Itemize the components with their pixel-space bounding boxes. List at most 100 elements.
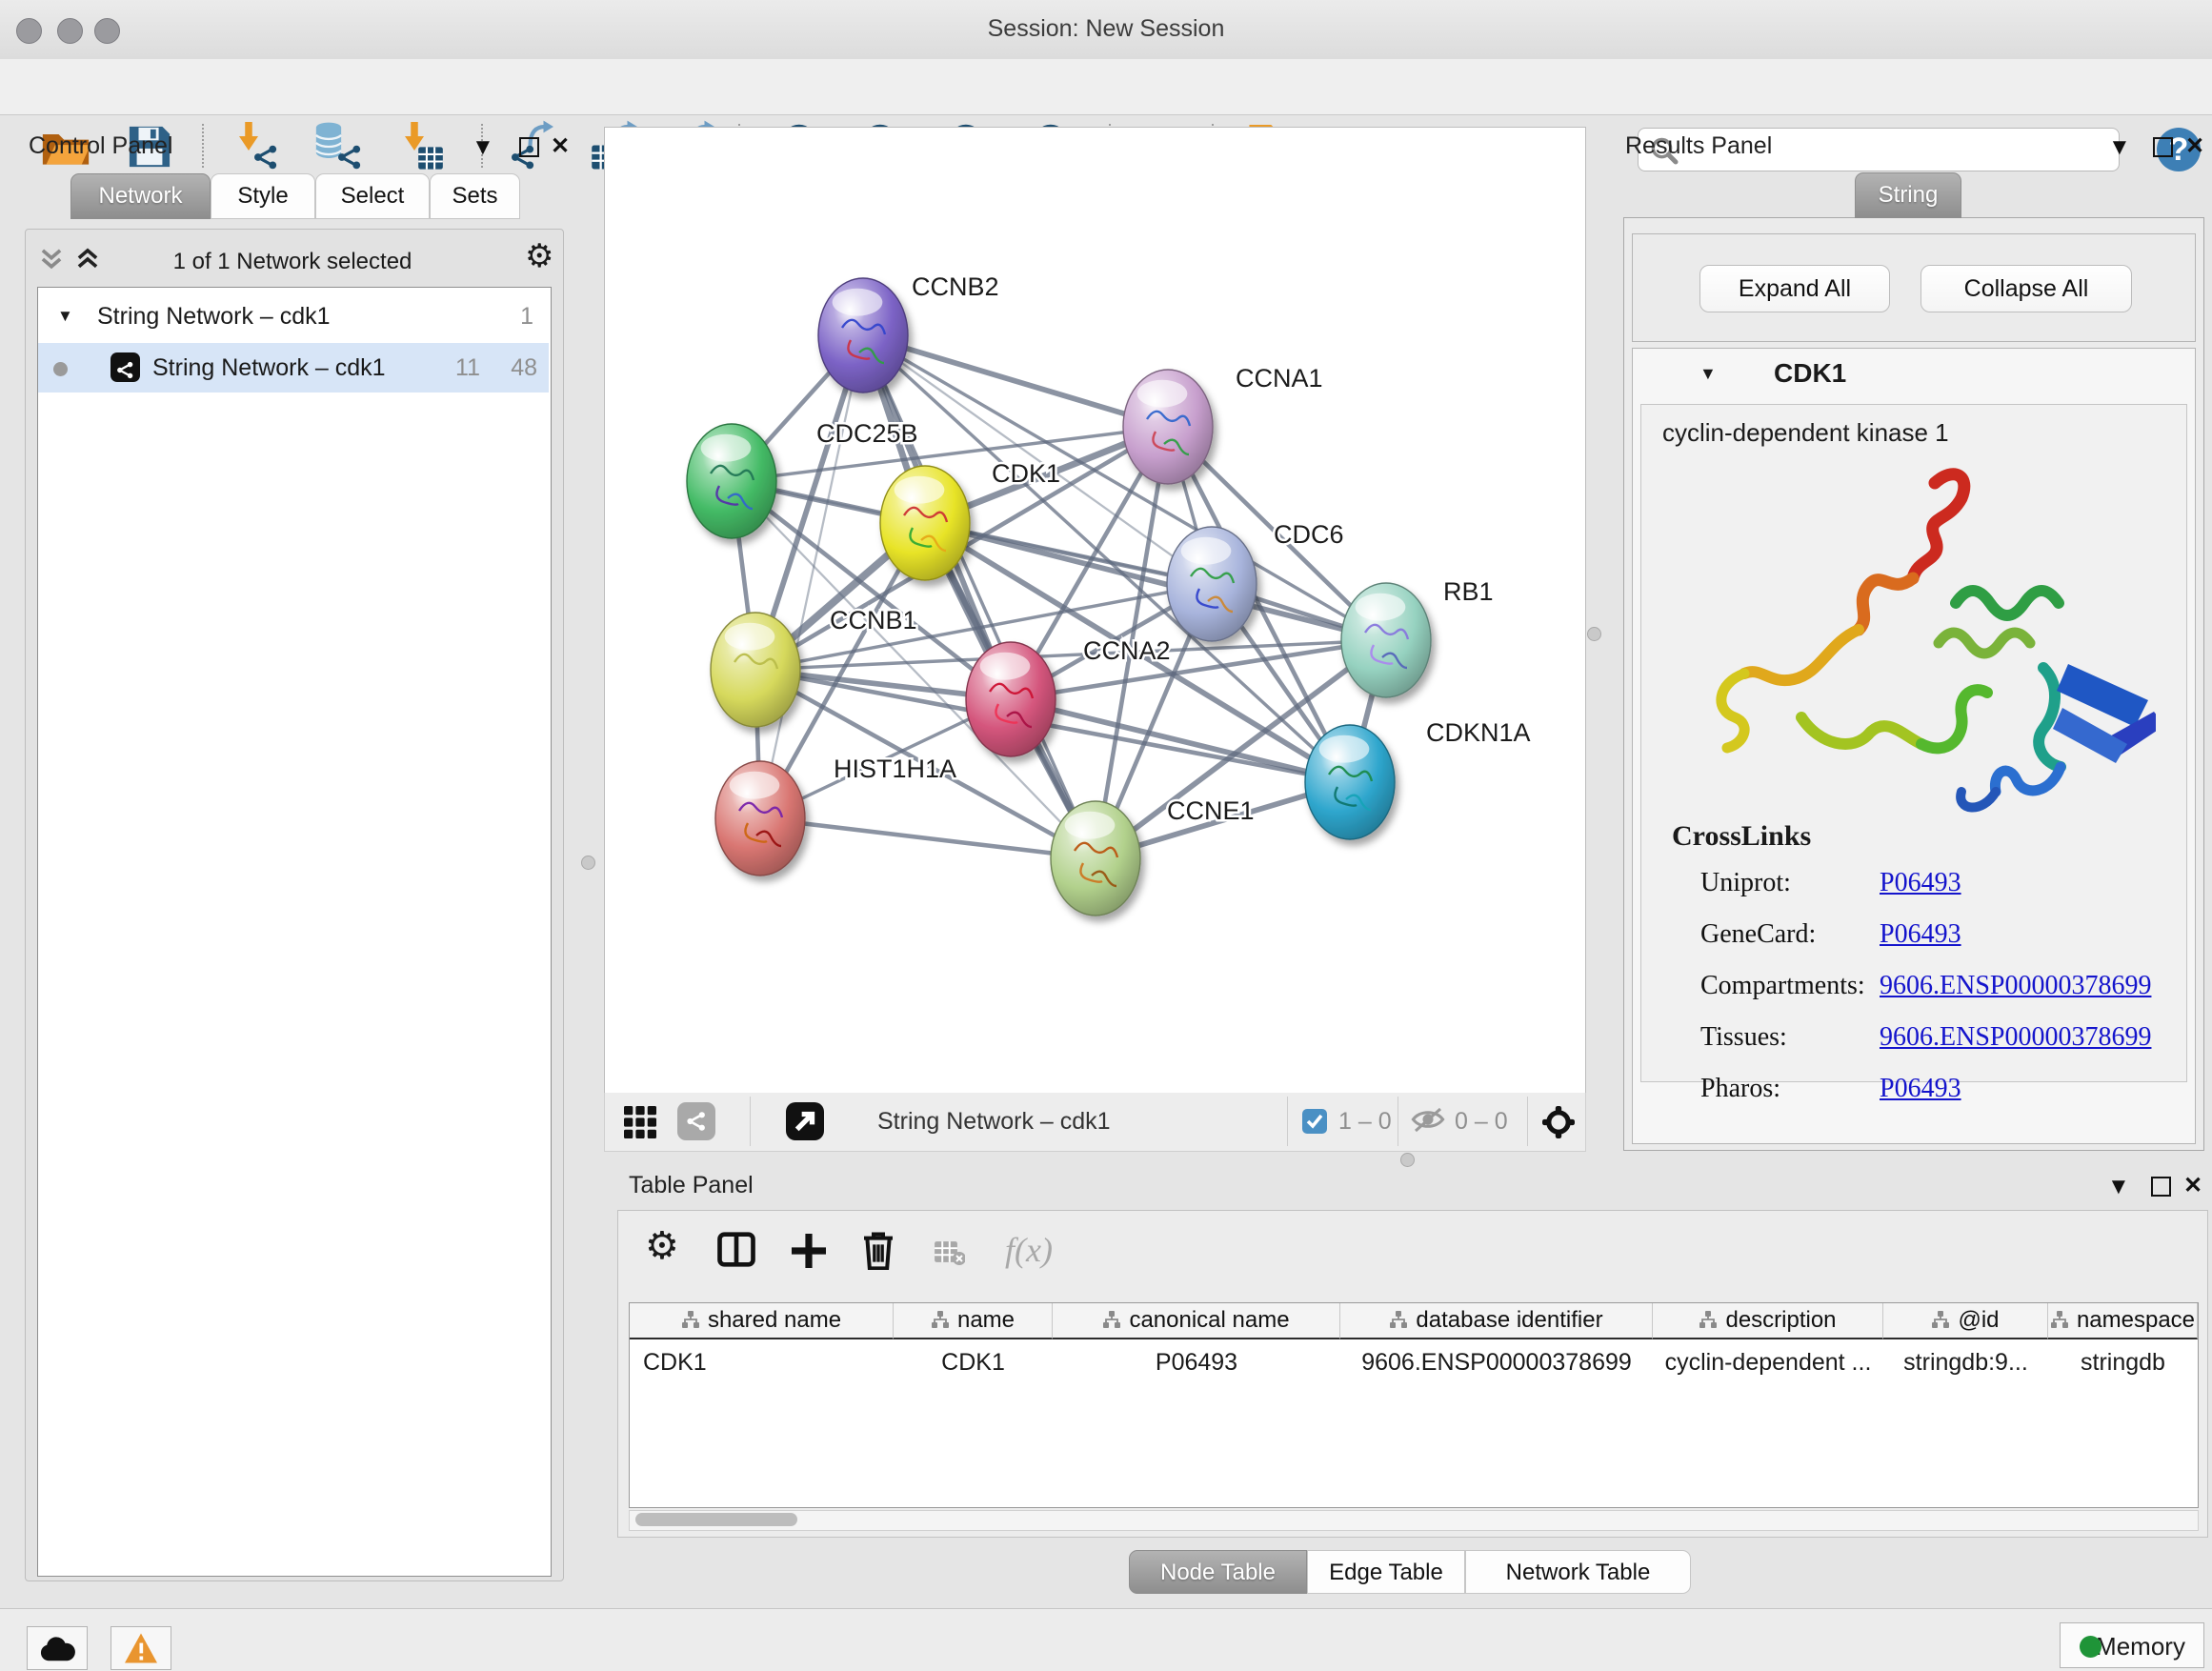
tab-edge-table[interactable]: Edge Table bbox=[1307, 1550, 1465, 1594]
panel-menu-icon[interactable]: ▼ bbox=[2108, 134, 2131, 161]
node-label-CCNA2: CCNA2 bbox=[1083, 636, 1171, 665]
edge-HIST1H1A-CCNE1[interactable] bbox=[760, 818, 1096, 858]
column-header-database-identifier[interactable]: database identifier bbox=[1340, 1303, 1653, 1339]
node-HIST1H1A[interactable]: HIST1H1A bbox=[715, 755, 956, 876]
panel-close-icon[interactable]: ✕ bbox=[2185, 132, 2204, 160]
results-button-row: Expand All Collapse All bbox=[1632, 233, 2196, 342]
table-cell[interactable]: CDK1 bbox=[630, 1341, 894, 1383]
entry-detail: cyclin-dependent kinase 1 bbox=[1640, 404, 2187, 1082]
delete-table-icon-disabled bbox=[933, 1239, 965, 1266]
selected-counts: 1 – 0 bbox=[1338, 1108, 1392, 1136]
string-network-graph[interactable]: CCNB2CCNA1CDC25BCDK1CDC6RB1CCNB1CCNA2CDK… bbox=[605, 128, 1585, 1093]
node-RB1[interactable]: RB1 bbox=[1341, 577, 1494, 697]
node-table-container: ⚙ f(x) shared namenamecanonical namedata… bbox=[617, 1210, 2208, 1538]
node-label-CCNA1: CCNA1 bbox=[1236, 364, 1323, 393]
column-header-description[interactable]: description bbox=[1653, 1303, 1883, 1339]
node-CDK1[interactable]: CDK1 bbox=[880, 459, 1060, 580]
panel-close-icon[interactable]: ✕ bbox=[2183, 1172, 2202, 1199]
entry-description: cyclin-dependent kinase 1 bbox=[1662, 418, 1949, 448]
right-splitter-handle[interactable] bbox=[1587, 627, 1601, 641]
node-table[interactable]: shared namenamecanonical namedatabase id… bbox=[629, 1302, 2199, 1508]
node-label-CDC6: CDC6 bbox=[1274, 520, 1344, 549]
network-collection-row[interactable]: ▼ String Network – cdk1 1 bbox=[38, 292, 549, 341]
edge-CCNB2-HIST1H1A[interactable] bbox=[760, 335, 863, 818]
collection-expander-icon[interactable]: ▼ bbox=[57, 292, 73, 341]
column-header-name[interactable]: name bbox=[894, 1303, 1053, 1339]
table-cell[interactable]: CDK1 bbox=[894, 1341, 1053, 1383]
node-CCNB2[interactable]: CCNB2 bbox=[818, 272, 999, 393]
collapse-all-button[interactable]: Collapse All bbox=[1920, 265, 2132, 312]
results-panel-title: Results Panel bbox=[1625, 132, 1772, 160]
column-header-namespace[interactable]: namespace bbox=[2048, 1303, 2198, 1339]
open-in-new-window-icon[interactable] bbox=[786, 1102, 824, 1140]
panel-menu-icon[interactable]: ▼ bbox=[2107, 1174, 2130, 1200]
network-row-selected[interactable]: String Network – cdk1 11 48 bbox=[38, 343, 549, 393]
tab-node-table[interactable]: Node Table bbox=[1129, 1550, 1307, 1594]
network-options-gear-icon[interactable]: ⚙ bbox=[525, 237, 553, 275]
function-builder-icon-disabled: f(x) bbox=[1005, 1230, 1053, 1270]
main-toolbar: ? bbox=[0, 59, 2212, 115]
fit-selected-crosshair-icon[interactable] bbox=[1542, 1106, 1575, 1138]
separator bbox=[1527, 1097, 1528, 1146]
tab-network[interactable]: Network bbox=[70, 173, 211, 219]
node-label-CCNE1: CCNE1 bbox=[1167, 796, 1255, 825]
crosslink-uniprot-link[interactable]: P06493 bbox=[1880, 868, 1961, 898]
network-selection-status: 1 of 1 Network selected bbox=[26, 249, 559, 275]
column-header--id[interactable]: @id bbox=[1883, 1303, 2048, 1339]
panel-float-icon[interactable] bbox=[2153, 137, 2173, 157]
network-view-canvas[interactable]: CCNB2CCNA1CDC25BCDK1CDC6RB1CCNB1CCNA2CDK… bbox=[604, 127, 1586, 1094]
memory-label: Memory bbox=[2096, 1632, 2185, 1661]
scrollbar-thumb[interactable] bbox=[635, 1513, 797, 1526]
node-CDKN1A[interactable]: CDKN1A bbox=[1305, 718, 1531, 839]
control-panel-title: Control Panel bbox=[29, 132, 172, 160]
edge-CCNB2-CCNA1[interactable] bbox=[863, 335, 1168, 427]
cloud-status-button[interactable] bbox=[27, 1626, 88, 1670]
panel-float-icon[interactable] bbox=[519, 137, 539, 157]
crosslink-pharos-link[interactable]: P06493 bbox=[1880, 1074, 1961, 1104]
table-cell[interactable]: 9606.ENSP00000378699 bbox=[1340, 1341, 1653, 1383]
left-splitter-handle[interactable] bbox=[581, 856, 595, 870]
node-CCNA1[interactable]: CCNA1 bbox=[1123, 364, 1323, 484]
node-label-CDKN1A: CDKN1A bbox=[1426, 718, 1531, 747]
tab-network-table[interactable]: Network Table bbox=[1465, 1550, 1691, 1594]
string-results-content: Expand All Collapse All ▼ CDK1 cyclin-de… bbox=[1623, 217, 2204, 1151]
delete-column-icon[interactable] bbox=[862, 1232, 895, 1270]
panel-float-icon[interactable] bbox=[2151, 1177, 2171, 1197]
show-columns-icon[interactable] bbox=[717, 1232, 755, 1268]
network-node-count: 11 bbox=[436, 343, 480, 393]
node-label-CCNB1: CCNB1 bbox=[830, 606, 917, 634]
memory-button[interactable]: Memory bbox=[2060, 1622, 2204, 1668]
table-horizontal-scrollbar[interactable] bbox=[629, 1510, 2199, 1531]
add-column-icon[interactable] bbox=[792, 1234, 826, 1268]
table-cell[interactable]: cyclin-dependent ... bbox=[1653, 1341, 1883, 1383]
table-cell[interactable]: stringdb:9... bbox=[1883, 1341, 2048, 1383]
tab-style[interactable]: Style bbox=[211, 173, 315, 219]
tab-select[interactable]: Select bbox=[315, 173, 430, 219]
table-cell[interactable]: P06493 bbox=[1053, 1341, 1340, 1383]
warnings-button[interactable] bbox=[111, 1626, 171, 1670]
panel-menu-icon[interactable]: ▼ bbox=[472, 134, 494, 161]
birdseye-grid-icon[interactable] bbox=[624, 1106, 656, 1138]
tab-sets[interactable]: Sets bbox=[430, 173, 520, 219]
hidden-eye-icon[interactable] bbox=[1411, 1106, 1445, 1135]
network-view-title: String Network – cdk1 bbox=[877, 1108, 1111, 1136]
table-settings-gear-icon[interactable]: ⚙ bbox=[645, 1224, 679, 1268]
crosslink-compartments-link[interactable]: 9606.ENSP00000378699 bbox=[1880, 971, 2151, 1001]
column-header-shared-name[interactable]: shared name bbox=[630, 1303, 894, 1339]
panel-close-icon[interactable]: ✕ bbox=[551, 132, 570, 160]
network-type-icon bbox=[111, 352, 140, 382]
network-list: ▼ String Network – cdk1 1 String Network… bbox=[37, 287, 552, 1577]
column-header-canonical-name[interactable]: canonical name bbox=[1053, 1303, 1340, 1339]
crosslink-label: Pharos: bbox=[1700, 1074, 1780, 1104]
network-edge-count: 48 bbox=[493, 343, 537, 393]
crosslink-tissues-link[interactable]: 9606.ENSP00000378699 bbox=[1880, 1022, 2151, 1053]
expand-all-button[interactable]: Expand All bbox=[1699, 265, 1890, 312]
tab-string[interactable]: String bbox=[1855, 172, 1961, 218]
crosslink-label: Compartments: bbox=[1700, 971, 1865, 1001]
entry-expander-icon[interactable]: ▼ bbox=[1699, 364, 1717, 384]
selected-checkbox-icon[interactable] bbox=[1302, 1109, 1327, 1134]
crosslink-genecard-link[interactable]: P06493 bbox=[1880, 919, 1961, 950]
table-cell[interactable]: stringdb bbox=[2048, 1341, 2198, 1383]
network-share-badge-icon[interactable] bbox=[677, 1102, 715, 1140]
network-label: String Network – cdk1 bbox=[152, 343, 386, 393]
